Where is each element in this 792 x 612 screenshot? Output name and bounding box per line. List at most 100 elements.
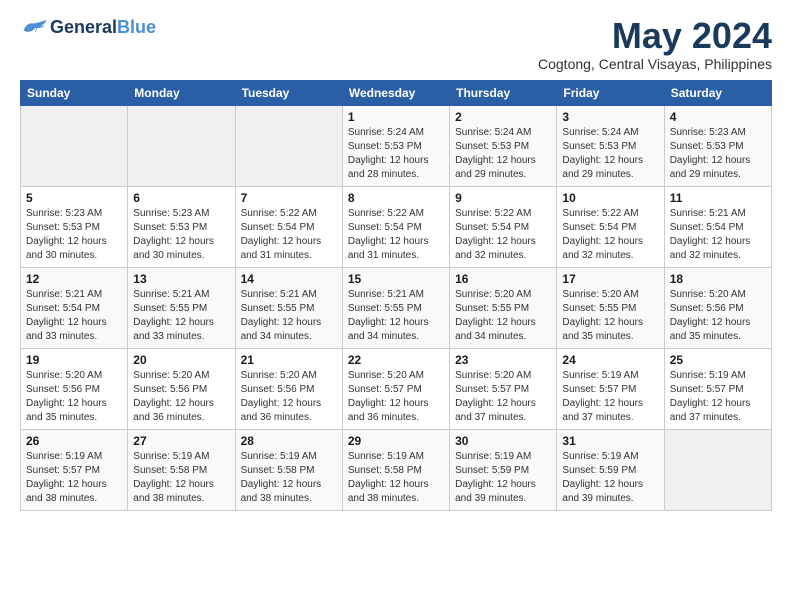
day-info: Sunrise: 5:20 AM Sunset: 5:57 PM Dayligh…: [348, 369, 444, 425]
day-number: 21: [241, 353, 337, 367]
day-number: 16: [455, 272, 551, 286]
main-title: May 2024: [538, 16, 772, 56]
day-info: Sunrise: 5:23 AM Sunset: 5:53 PM Dayligh…: [133, 207, 229, 263]
calendar-cell: [128, 105, 235, 186]
calendar-cell: [21, 105, 128, 186]
day-info: Sunrise: 5:22 AM Sunset: 5:54 PM Dayligh…: [562, 207, 658, 263]
day-info: Sunrise: 5:20 AM Sunset: 5:55 PM Dayligh…: [562, 288, 658, 344]
weekday-header-thursday: Thursday: [450, 80, 557, 105]
day-number: 2: [455, 110, 551, 124]
day-info: Sunrise: 5:22 AM Sunset: 5:54 PM Dayligh…: [348, 207, 444, 263]
day-number: 18: [670, 272, 766, 286]
day-info: Sunrise: 5:20 AM Sunset: 5:56 PM Dayligh…: [241, 369, 337, 425]
day-info: Sunrise: 5:19 AM Sunset: 5:59 PM Dayligh…: [562, 450, 658, 506]
logo: GeneralBlue: [20, 16, 156, 38]
day-number: 26: [26, 434, 122, 448]
calendar-cell: 7 Sunrise: 5:22 AM Sunset: 5:54 PM Daylig…: [235, 186, 342, 267]
day-info: Sunrise: 5:19 AM Sunset: 5:57 PM Dayligh…: [562, 369, 658, 425]
day-number: 10: [562, 191, 658, 205]
logo-bird-icon: [20, 16, 48, 38]
day-info: Sunrise: 5:19 AM Sunset: 5:58 PM Dayligh…: [133, 450, 229, 506]
calendar-cell: 20Sunrise: 5:20 AM Sunset: 5:56 PM Dayli…: [128, 348, 235, 429]
calendar-cell: [235, 105, 342, 186]
calendar-cell: 9 Sunrise: 5:22 AM Sunset: 5:54 PM Daylig…: [450, 186, 557, 267]
day-info: Sunrise: 5:22 AM Sunset: 5:54 PM Dayligh…: [241, 207, 337, 263]
location-subtitle: Cogtong, Central Visayas, Philippines: [538, 56, 772, 72]
calendar-body: 1Sunrise: 5:24 AM Sunset: 5:53 PM Daylig…: [21, 105, 772, 510]
calendar-week-row: 1Sunrise: 5:24 AM Sunset: 5:53 PM Daylig…: [21, 105, 772, 186]
logo-icon: GeneralBlue: [20, 16, 156, 38]
calendar-cell: 4 Sunrise: 5:23 AM Sunset: 5:53 PM Daylig…: [664, 105, 771, 186]
day-info: Sunrise: 5:20 AM Sunset: 5:56 PM Dayligh…: [670, 288, 766, 344]
calendar-week-row: 12 Sunrise: 5:21 AM Sunset: 5:54 PM Dayli…: [21, 267, 772, 348]
day-number: 29: [348, 434, 444, 448]
calendar-week-row: 26 Sunrise: 5:19 AM Sunset: 5:57 PM Dayli…: [21, 429, 772, 510]
day-number: 31: [562, 434, 658, 448]
calendar-cell: 6 Sunrise: 5:23 AM Sunset: 5:53 PM Daylig…: [128, 186, 235, 267]
day-number: 14: [241, 272, 337, 286]
day-number: 12: [26, 272, 122, 286]
day-number: 3: [562, 110, 658, 124]
day-number: 17: [562, 272, 658, 286]
calendar-cell: 31 Sunrise: 5:19 AM Sunset: 5:59 PM Dayli…: [557, 429, 664, 510]
weekday-header-wednesday: Wednesday: [342, 80, 449, 105]
day-info: Sunrise: 5:19 AM Sunset: 5:58 PM Dayligh…: [241, 450, 337, 506]
calendar-cell: 10 Sunrise: 5:22 AM Sunset: 5:54 PM Dayli…: [557, 186, 664, 267]
calendar-cell: 17 Sunrise: 5:20 AM Sunset: 5:55 PM Dayli…: [557, 267, 664, 348]
day-number: 25: [670, 353, 766, 367]
day-info: Sunrise: 5:24 AM Sunset: 5:53 PM Dayligh…: [562, 126, 658, 182]
calendar-cell: 28 Sunrise: 5:19 AM Sunset: 5:58 PM Dayli…: [235, 429, 342, 510]
weekday-header-saturday: Saturday: [664, 80, 771, 105]
day-info: Sunrise: 5:24 AM Sunset: 5:53 PM Dayligh…: [348, 126, 444, 182]
day-info: Sunrise: 5:21 AM Sunset: 5:55 PM Dayligh…: [241, 288, 337, 344]
calendar-cell: 23Sunrise: 5:20 AM Sunset: 5:57 PM Dayli…: [450, 348, 557, 429]
day-number: 7: [241, 191, 337, 205]
weekday-header-monday: Monday: [128, 80, 235, 105]
day-number: 22: [348, 353, 444, 367]
day-number: 4: [670, 110, 766, 124]
day-number: 28: [241, 434, 337, 448]
calendar-cell: 8Sunrise: 5:22 AM Sunset: 5:54 PM Daylig…: [342, 186, 449, 267]
weekday-header-row: SundayMondayTuesdayWednesdayThursdayFrid…: [21, 80, 772, 105]
day-info: Sunrise: 5:23 AM Sunset: 5:53 PM Dayligh…: [670, 126, 766, 182]
day-info: Sunrise: 5:20 AM Sunset: 5:57 PM Dayligh…: [455, 369, 551, 425]
day-number: 30: [455, 434, 551, 448]
title-block: May 2024 Cogtong, Central Visayas, Phili…: [538, 16, 772, 72]
calendar-cell: 25Sunrise: 5:19 AM Sunset: 5:57 PM Dayli…: [664, 348, 771, 429]
day-number: 11: [670, 191, 766, 205]
day-number: 6: [133, 191, 229, 205]
calendar-cell: 22 Sunrise: 5:20 AM Sunset: 5:57 PM Dayli…: [342, 348, 449, 429]
day-info: Sunrise: 5:19 AM Sunset: 5:57 PM Dayligh…: [26, 450, 122, 506]
calendar-cell: 19Sunrise: 5:20 AM Sunset: 5:56 PM Dayli…: [21, 348, 128, 429]
calendar-cell: 14 Sunrise: 5:21 AM Sunset: 5:55 PM Dayli…: [235, 267, 342, 348]
day-info: Sunrise: 5:24 AM Sunset: 5:53 PM Dayligh…: [455, 126, 551, 182]
calendar-cell: 16 Sunrise: 5:20 AM Sunset: 5:55 PM Dayli…: [450, 267, 557, 348]
calendar-cell: 11 Sunrise: 5:21 AM Sunset: 5:54 PM Dayli…: [664, 186, 771, 267]
day-info: Sunrise: 5:22 AM Sunset: 5:54 PM Dayligh…: [455, 207, 551, 263]
day-number: 5: [26, 191, 122, 205]
calendar-week-row: 5 Sunrise: 5:23 AM Sunset: 5:53 PM Daylig…: [21, 186, 772, 267]
day-info: Sunrise: 5:23 AM Sunset: 5:53 PM Dayligh…: [26, 207, 122, 263]
day-info: Sunrise: 5:20 AM Sunset: 5:55 PM Dayligh…: [455, 288, 551, 344]
day-number: 15: [348, 272, 444, 286]
day-number: 20: [133, 353, 229, 367]
calendar-cell: 13Sunrise: 5:21 AM Sunset: 5:55 PM Dayli…: [128, 267, 235, 348]
calendar-cell: 30Sunrise: 5:19 AM Sunset: 5:59 PM Dayli…: [450, 429, 557, 510]
day-number: 19: [26, 353, 122, 367]
calendar-cell: 12 Sunrise: 5:21 AM Sunset: 5:54 PM Dayli…: [21, 267, 128, 348]
calendar-cell: 18 Sunrise: 5:20 AM Sunset: 5:56 PM Dayli…: [664, 267, 771, 348]
calendar-header: SundayMondayTuesdayWednesdayThursdayFrid…: [21, 80, 772, 105]
day-info: Sunrise: 5:19 AM Sunset: 5:58 PM Dayligh…: [348, 450, 444, 506]
day-number: 9: [455, 191, 551, 205]
weekday-header-sunday: Sunday: [21, 80, 128, 105]
calendar-cell: 26 Sunrise: 5:19 AM Sunset: 5:57 PM Dayli…: [21, 429, 128, 510]
day-info: Sunrise: 5:21 AM Sunset: 5:54 PM Dayligh…: [26, 288, 122, 344]
calendar-cell: 27 Sunrise: 5:19 AM Sunset: 5:58 PM Dayli…: [128, 429, 235, 510]
day-info: Sunrise: 5:21 AM Sunset: 5:55 PM Dayligh…: [348, 288, 444, 344]
day-info: Sunrise: 5:21 AM Sunset: 5:54 PM Dayligh…: [670, 207, 766, 263]
calendar-cell: 15 Sunrise: 5:21 AM Sunset: 5:55 PM Dayli…: [342, 267, 449, 348]
calendar-week-row: 19 Sunrise: 5:20 AM Sunset: 5:56 PM Dayli…: [21, 348, 772, 429]
calendar-cell: 3 Sunrise: 5:24 AM Sunset: 5:53 PM Daylig…: [557, 105, 664, 186]
calendar-cell: 21 Sunrise: 5:20 AM Sunset: 5:56 PM Dayli…: [235, 348, 342, 429]
day-number: 27: [133, 434, 229, 448]
